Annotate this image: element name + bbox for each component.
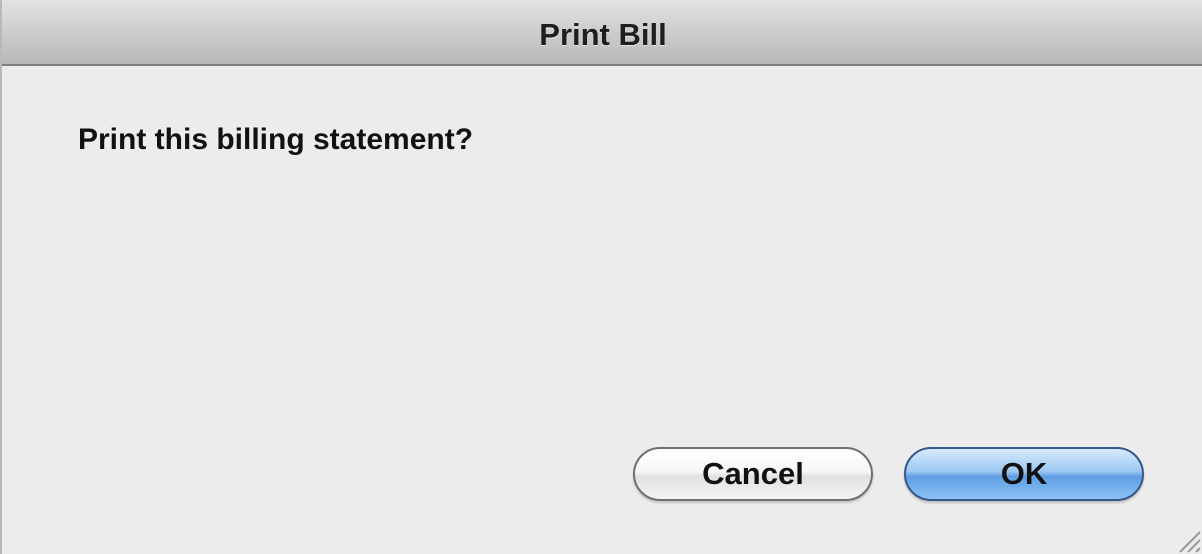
dialog-message: Print this billing statement? — [78, 123, 474, 156]
cancel-button[interactable]: Cancel — [633, 447, 873, 501]
resize-grip-icon[interactable] — [1168, 520, 1202, 554]
title-bar[interactable]: Print Bill — [2, 0, 1202, 66]
print-bill-dialog: Print Bill Print this billing statement?… — [0, 0, 1202, 554]
ok-button[interactable]: OK — [904, 447, 1144, 501]
window-title: Print Bill — [539, 17, 667, 52]
